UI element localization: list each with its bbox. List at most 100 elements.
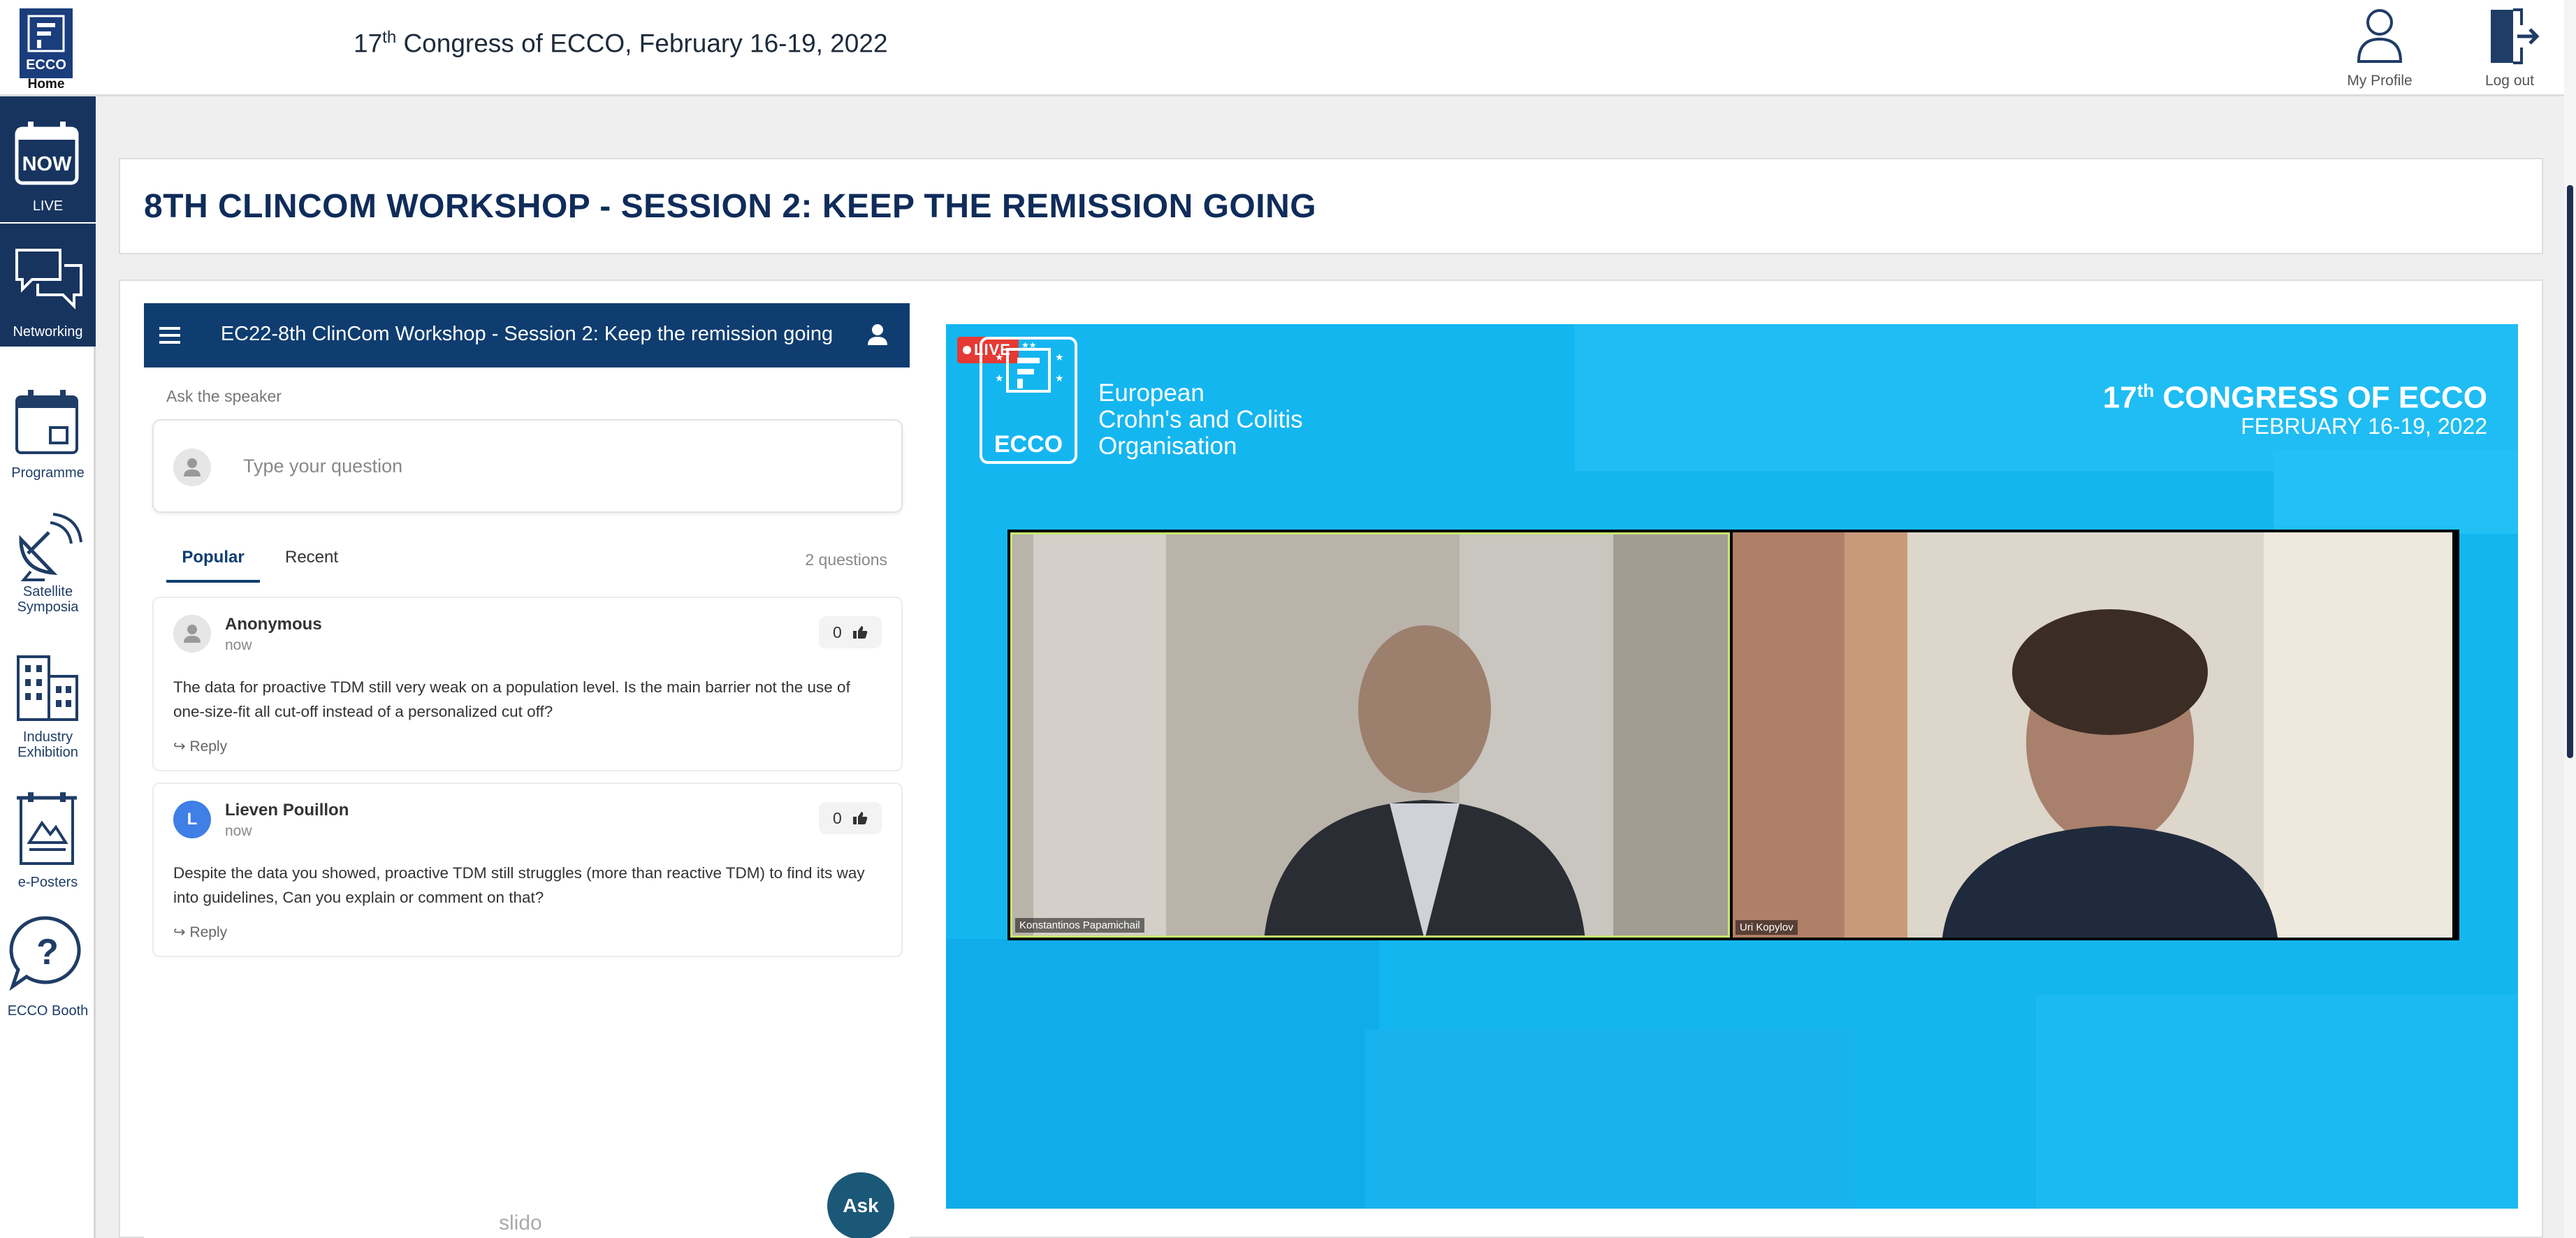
- ask-button[interactable]: Ask: [827, 1172, 894, 1238]
- participant-gallery: Konstantinos Papamichail Uri Kopylov: [1007, 530, 2459, 940]
- session-title: 8TH CLINCOM WORKSHOP - SESSION 2: KEEP T…: [144, 188, 1317, 225]
- now-text: NOW: [22, 153, 73, 175]
- user-silhouette-icon: [184, 625, 201, 643]
- poster-icon: [17, 792, 77, 865]
- log-out-button[interactable]: Log out: [2461, 4, 2559, 95]
- log-out-label: Log out: [2484, 73, 2535, 89]
- question-count: 2 questions: [805, 551, 887, 569]
- participant-video-frame: [1012, 534, 1728, 935]
- user-silhouette-icon: [184, 458, 201, 476]
- svg-text:?: ?: [36, 932, 59, 973]
- now-calendar-icon: NOW: [15, 122, 79, 185]
- reply-button[interactable]: ↪ Reply: [173, 924, 227, 941]
- sidebar-label-ecco-booth: ECCO Booth: [7, 1003, 89, 1019]
- reply-label: Reply: [189, 924, 228, 940]
- sidebar-item-live[interactable]: NOW LIVE: [0, 96, 96, 222]
- question-bubble-icon: ?: [9, 916, 81, 991]
- calendar-icon: [15, 390, 78, 454]
- question-text: Despite the data you showed, proactive T…: [173, 864, 865, 906]
- question-time: now: [225, 637, 252, 653]
- ecco-organisation-logo: ★ ★ ★ ★ ★★ ECCO: [980, 337, 1077, 464]
- question-author: Lieven Pouillon: [225, 801, 349, 820]
- congress-name: Congress of ECCO, February 16-19, 2022: [396, 29, 888, 58]
- page-scrollbar-thumb[interactable]: [2567, 185, 2573, 758]
- sidebar-item-satellite-symposia[interactable]: Satellite Symposia: [0, 509, 96, 634]
- participant-name: Uri Kopylov: [1735, 920, 1798, 935]
- congress-title: 17th Congress of ECCO, February 16-19, 2…: [354, 28, 888, 58]
- svg-text:★: ★: [1055, 352, 1064, 363]
- tab-popular[interactable]: Popular: [166, 548, 260, 583]
- sidebar-item-programme[interactable]: Programme: [0, 383, 96, 495]
- upvote-button[interactable]: 0: [819, 616, 882, 648]
- user-profile-icon: [2357, 9, 2403, 63]
- svg-text:★: ★: [995, 352, 1004, 363]
- sidebar-label-live: LIVE: [32, 198, 64, 214]
- avatar: [173, 449, 211, 486]
- svg-text:★: ★: [1055, 373, 1064, 384]
- upvote-button[interactable]: 0: [819, 802, 882, 834]
- participant-tile[interactable]: Konstantinos Papamichail: [1010, 532, 1730, 938]
- logo-text: ECCO: [26, 57, 66, 73]
- avatar: [173, 615, 211, 653]
- user-account-icon[interactable]: [865, 321, 890, 349]
- hamburger-menu-icon[interactable]: [159, 323, 187, 348]
- my-profile-label: My Profile: [2347, 73, 2413, 89]
- ecco-logo-text: ECCO: [994, 431, 1063, 458]
- svg-text:★: ★: [995, 373, 1004, 384]
- reply-arrow-icon: ↪: [173, 738, 190, 755]
- congress-ordinal: th: [382, 28, 397, 47]
- sidebar-item-e-posters[interactable]: e-Posters: [0, 788, 96, 900]
- question-time: now: [225, 823, 252, 839]
- session-title-card: 8TH CLINCOM WORKSHOP - SESSION 2: KEEP T…: [119, 158, 2543, 254]
- question-text: The data for proactive TDM still very we…: [173, 678, 850, 720]
- ecco-home-logo[interactable]: ECCO: [20, 8, 73, 78]
- svg-text:★★: ★★: [1021, 340, 1037, 350]
- video-congress-title: 17th CONGRESS OF ECCO: [2103, 380, 2487, 416]
- vote-count: 0: [833, 623, 842, 641]
- participant-name: Konstantinos Papamichail: [1015, 918, 1144, 933]
- chat-bubbles-icon: [15, 249, 82, 310]
- ecco-logo-icon: ECCO: [26, 15, 66, 73]
- sidebar-label-programme: Programme: [11, 465, 85, 481]
- satellite-dish-icon: [19, 513, 82, 581]
- slido-header-bar: EC22-8th ClinCom Workshop - Session 2: K…: [144, 303, 910, 367]
- sidebar-label-networking: Networking: [13, 324, 83, 340]
- left-sidebar: NOW LIVE Networking Programme Satellite …: [0, 96, 96, 1238]
- thumbs-up-icon: [853, 812, 868, 824]
- organisation-name: European Crohn's and Colitis Organisatio…: [1098, 379, 1303, 460]
- question-input-placeholder: Type your question: [243, 456, 403, 476]
- video-congress-name: CONGRESS OF ECCO: [2154, 380, 2488, 415]
- live-video-player[interactable]: LIVE ★ ★ ★ ★ ★★ ECCO European Crohn's an…: [946, 324, 2518, 1209]
- video-congress-number: 17: [2102, 380, 2137, 415]
- my-profile-button[interactable]: My Profile: [2331, 4, 2429, 95]
- tab-recent[interactable]: Recent: [285, 548, 338, 580]
- vote-count: 0: [833, 809, 842, 827]
- avatar: L: [173, 801, 211, 838]
- sidebar-label-satellite-symposia: Satellite Symposia: [17, 584, 79, 615]
- slido-qa-panel: EC22-8th ClinCom Workshop - Session 2: K…: [144, 303, 910, 1238]
- reply-button[interactable]: ↪ Reply: [173, 738, 227, 755]
- video-congress-ordinal: th: [2137, 380, 2155, 401]
- sidebar-item-ecco-booth[interactable]: ? ECCO Booth: [0, 914, 96, 1054]
- buildings-icon: [17, 655, 78, 721]
- reply-arrow-icon: ↪: [173, 924, 190, 940]
- question-card: L Lieven Pouillon now 0 Despite the data…: [152, 782, 903, 957]
- thumbs-up-icon: [853, 626, 868, 639]
- question-card: Anonymous now 0 The data for proactive T…: [152, 597, 903, 771]
- participant-video-frame: [1733, 532, 2452, 938]
- question-author: Anonymous: [225, 615, 322, 634]
- reply-label: Reply: [189, 738, 228, 755]
- sidebar-item-industry-exhibition[interactable]: Industry Exhibition: [0, 648, 96, 774]
- sidebar-label-e-posters: e-Posters: [17, 875, 78, 890]
- sidebar-item-networking[interactable]: Networking: [0, 222, 96, 347]
- slido-event-title: EC22-8th ClinCom Workshop - Session 2: K…: [220, 323, 834, 345]
- congress-number: 17: [354, 29, 383, 58]
- slido-brand-logo: slido: [499, 1211, 542, 1235]
- participant-tile[interactable]: Uri Kopylov: [1733, 532, 2452, 938]
- logout-door-icon: [2491, 8, 2540, 64]
- video-congress-dates: FEBRUARY 16-19, 2022: [2241, 414, 2487, 439]
- home-label[interactable]: Home: [14, 77, 78, 92]
- question-input[interactable]: Type your question: [152, 419, 903, 513]
- top-header: ECCO Home 17th Congress of ECCO, Februar…: [0, 0, 2576, 96]
- ask-the-speaker-label: Ask the speaker: [166, 387, 282, 405]
